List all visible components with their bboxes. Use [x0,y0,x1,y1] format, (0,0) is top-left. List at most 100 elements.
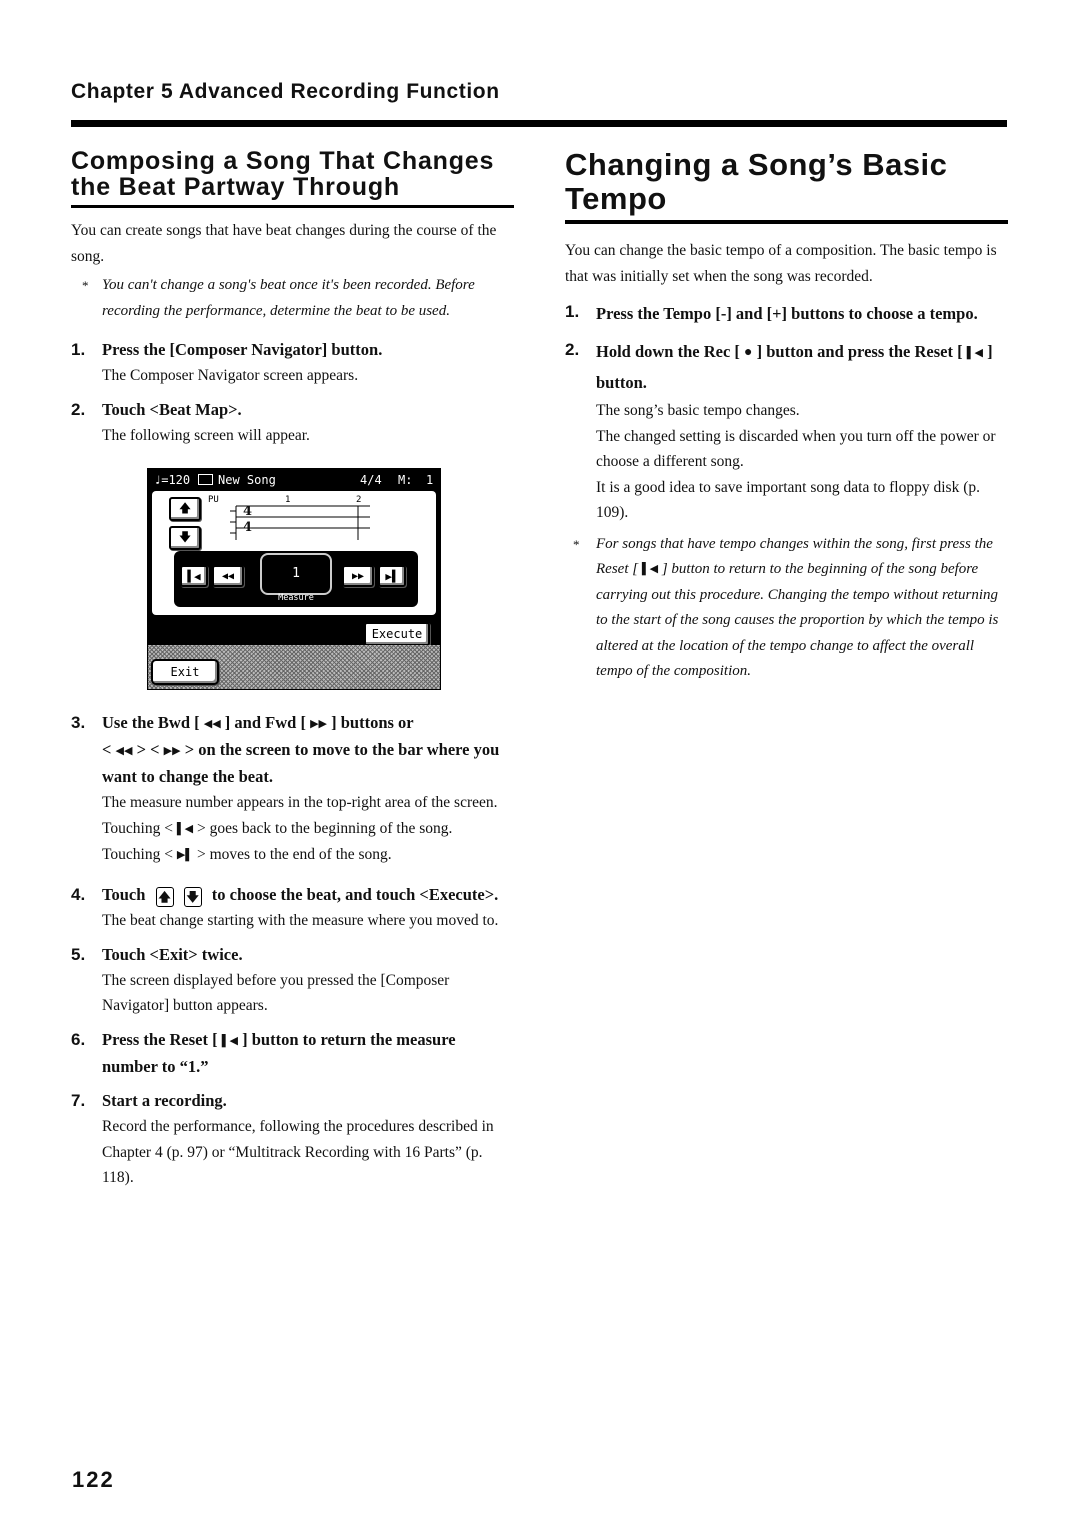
bar-number: 2 [356,495,362,505]
note: * You can't change a song's beat once it… [71,273,514,324]
beat-down-button[interactable]: 🡇 [169,526,201,550]
tempo-readout: ♩=120 [154,473,191,487]
step-description: The following screen will appear. [102,426,310,444]
step-description: The changed setting is discarded when yo… [596,427,996,471]
note-text: For songs that have tempo changes within… [596,532,1008,685]
step-number: 2. [565,340,580,359]
skip-to-end-icon: ▶▌ [176,848,194,861]
text: ] button and press the Reset [ [756,342,963,361]
reset-icon: ▌◀ [966,347,983,360]
skip-to-end-icon: ▶▌ [385,569,399,583]
beat-map-screen: ♩=120 New Song 4/4 M: 1 🡅 🡇 PU 1 2 4 4 ▌… [147,468,441,690]
chapter-rule [71,120,1007,127]
book-icon [198,474,213,485]
section-title-beat: Composing a Song That Changes the Beat P… [71,148,514,208]
go-to-start-button[interactable]: ▌◀ [180,565,208,587]
part-label: PU [208,495,219,505]
song-name: New Song [218,473,276,487]
arrow-down-icon: 🡇 [183,886,202,907]
step-description: The song’s basic tempo changes. [596,402,800,420]
page-number: 122 [72,1467,115,1492]
backward-button[interactable]: ◀◀ [212,565,244,587]
step-description: The Composer Navigator screen appears. [102,367,359,384]
measure-label: M: [398,473,413,487]
text: > moves to the end of the song. [196,846,392,864]
step-description: Record the performance, following the pr… [102,1118,494,1187]
time-signature-denominator: 4 [243,520,253,535]
title-line-1: Changing a Song’s Basic [565,147,948,182]
step-heading: Hold down the Rec [ ● ] button and press… [596,337,1008,398]
execute-button[interactable]: Execute [364,622,430,646]
time-signature-numerator: 4 [243,504,253,519]
skip-to-start-icon: ▌◀ [187,569,201,583]
forward-button[interactable]: ▶▶ [342,565,374,587]
step-description: It is a good idea to save important song… [596,478,980,522]
skip-to-start-icon: ▌◀ [176,822,194,835]
text: Touch [102,885,146,905]
measure-field[interactable]: 1 [260,553,332,595]
text: > < [136,740,160,760]
step-heading: Press the [Composer Navigator] button. [102,340,383,359]
step-number: 4. [71,885,86,905]
step-heading: Use the Bwd [ ◀◀ ] and Fwd [ ▶▶ ] button… [102,710,514,790]
step-4: 4. Touch 🡅 🡇 to choose the beat, and tou… [71,882,514,934]
step-number: 1. [71,340,86,359]
step-3: 3. Use the Bwd [ ◀◀ ] and Fwd [ ▶▶ ] but… [71,710,514,868]
measure-readout: 1 [426,473,434,487]
note-text: You can't change a song's beat once it's… [102,277,475,319]
rewind-icon: ◀◀ [115,745,133,758]
rewind-icon: ◀◀ [221,570,235,582]
step-5: 5. Touch <Exit> twice. The screen displa… [71,942,514,1019]
screen-status-bar: ♩=120 New Song 4/4 M: 1 [148,469,440,491]
fast-forward-icon: ▶▶ [310,718,327,731]
text: < [102,740,112,760]
text: Use the Bwd [ [102,713,200,732]
step-number: 1. [565,302,580,321]
text: Touching < [102,846,173,864]
reset-icon: ▌◀ [221,1035,239,1048]
text: to choose the beat, and touch <Execute>. [211,885,499,905]
title-line-2: Tempo [565,181,667,216]
step-description: The beat change starting with the measur… [102,912,499,930]
text: Press the Reset [ [102,1029,218,1049]
arrow-up-icon: 🡅 [155,886,174,907]
text: ] buttons or [331,713,414,732]
arrow-down-icon: 🡇 [178,529,192,544]
tempo-step-2: 2. Hold down the Rec [ ● ] button and pr… [565,337,1008,526]
tempo-step-1: 1. Press the Tempo [-] and [+] buttons t… [565,299,1008,329]
text: Hold down the Rec [ [596,342,740,361]
exit-button[interactable]: Exit [151,659,219,685]
text: ] and Fwd [ [224,713,306,732]
rewind-icon: ◀◀ [203,718,221,731]
text: Touching < [102,819,173,837]
touch-end-note: Touching < ▶▌ > moves to the end of the … [102,842,514,868]
step-description: The measure number appears in the top-ri… [102,794,498,812]
chapter-header: Chapter 5 Advanced Recording Function [71,80,500,103]
arrow-up-icon: 🡅 [178,500,192,515]
step-number: 3. [71,713,86,732]
text: > goes back to the beginning of the song… [196,819,453,837]
left-column: Composing a Song That Changes the Beat P… [71,148,514,1191]
step-heading: Press the Reset [ ▌◀ ] button to return … [102,1027,514,1080]
title-line-1: Composing a Song That Changes [71,147,495,175]
step-heading: Touch <Exit> twice. [102,944,243,964]
intro-paragraph: You can create songs that have beat chan… [71,222,497,265]
reset-icon: ▌◀ [641,563,659,576]
step-heading: Start a recording. [102,1091,227,1111]
record-icon: ● [744,345,753,361]
step-1: 1. Press the [Composer Navigator] button… [71,337,514,389]
step-7: 7. Start a recording. Record the perform… [71,1088,514,1191]
intro-paragraph: You can change the basic tempo of a comp… [565,242,997,285]
step-heading: Press the Tempo [-] and [+] buttons to c… [596,304,978,323]
go-to-end-button[interactable]: ▶▌ [378,565,406,587]
title-line-2: the Beat Partway Through [71,173,400,201]
fast-forward-icon: ▶▶ [351,570,365,582]
step-6: 6. Press the Reset [ ▌◀ ] button to retu… [71,1027,514,1080]
note-marker: * [82,278,89,293]
beat-up-button[interactable]: 🡅 [169,497,201,521]
measure-caption: Measure [278,593,314,603]
step-number: 7. [71,1091,86,1111]
screen-main-panel: 🡅 🡇 PU 1 2 4 4 ▌◀ ◀◀ 1 Measure ▶▶ ▶▌ [152,491,436,615]
step-number: 6. [71,1029,86,1049]
bar-number: 1 [285,495,291,505]
